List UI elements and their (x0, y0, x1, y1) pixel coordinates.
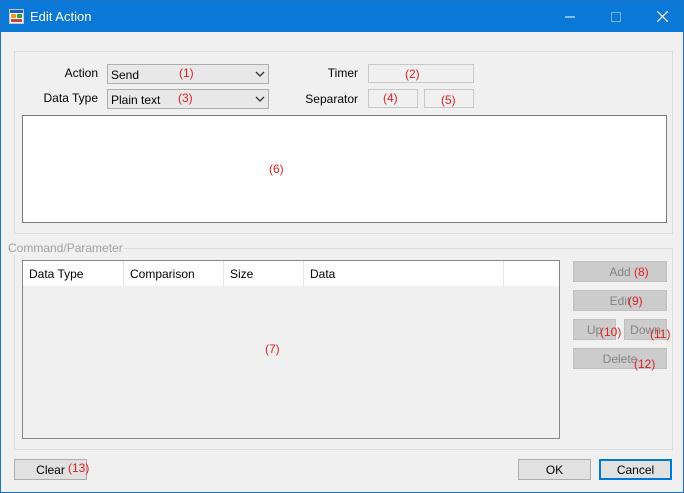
command-list[interactable]: Data Type Comparison Size Data (22, 260, 560, 439)
command-list-header: Data Type Comparison Size Data (23, 261, 559, 286)
chevron-down-icon (255, 71, 265, 77)
data-textarea[interactable] (22, 115, 667, 223)
close-icon (656, 11, 668, 22)
annotation-5: (5) (441, 93, 456, 107)
column-header-size[interactable]: Size (224, 261, 304, 286)
minimize-button[interactable] (547, 1, 593, 32)
action-label: Action (64, 66, 98, 80)
timer-field[interactable] (368, 64, 474, 83)
add-button[interactable]: Add (573, 261, 667, 282)
separator-label: Separator (305, 92, 358, 106)
annotation-9: (9) (628, 294, 643, 308)
edit-action-window: Edit Action Action Send (1) Timer (2) Da… (0, 0, 684, 493)
ok-button-label: OK (545, 463, 564, 477)
data-type-label: Data Type (43, 91, 98, 105)
data-type-combobox-value: Plain text (111, 93, 161, 107)
annotation-13: (13) (68, 461, 90, 475)
close-button[interactable] (639, 1, 684, 32)
timer-label: Timer (327, 66, 358, 80)
app-window-icon (9, 9, 24, 24)
action-combobox-value: Send (111, 68, 140, 82)
annotation-4: (4) (383, 91, 398, 105)
minimize-icon (565, 16, 575, 17)
add-button-label: Add (609, 265, 631, 279)
annotation-10: (10) (600, 325, 622, 339)
ok-button[interactable]: OK (518, 459, 591, 480)
command-parameter-group-title: Command/Parameter (7, 241, 124, 255)
cancel-button[interactable]: Cancel (599, 459, 672, 480)
annotation-8: (8) (634, 265, 649, 279)
edit-button[interactable]: Edit (573, 290, 667, 311)
annotation-6: (6) (269, 162, 284, 176)
maximize-icon (611, 11, 621, 22)
clear-button-label: Clear (36, 463, 65, 477)
window-title: Edit Action (30, 9, 92, 24)
annotation-1: (1) (179, 66, 194, 80)
chevron-down-icon (255, 96, 265, 102)
cancel-button-label: Cancel (616, 463, 655, 477)
annotation-2: (2) (405, 67, 420, 81)
annotation-12: (12) (634, 357, 656, 371)
delete-button-label: Delete (602, 352, 638, 366)
title-bar[interactable]: Edit Action (1, 1, 683, 32)
annotation-7: (7) (265, 342, 280, 356)
column-header-data[interactable]: Data (304, 261, 504, 286)
column-header-data-type[interactable]: Data Type (23, 261, 124, 286)
column-header-comparison[interactable]: Comparison (124, 261, 224, 286)
annotation-3: (3) (178, 91, 193, 105)
maximize-button[interactable] (593, 1, 639, 32)
annotation-11: (11) (650, 327, 671, 341)
